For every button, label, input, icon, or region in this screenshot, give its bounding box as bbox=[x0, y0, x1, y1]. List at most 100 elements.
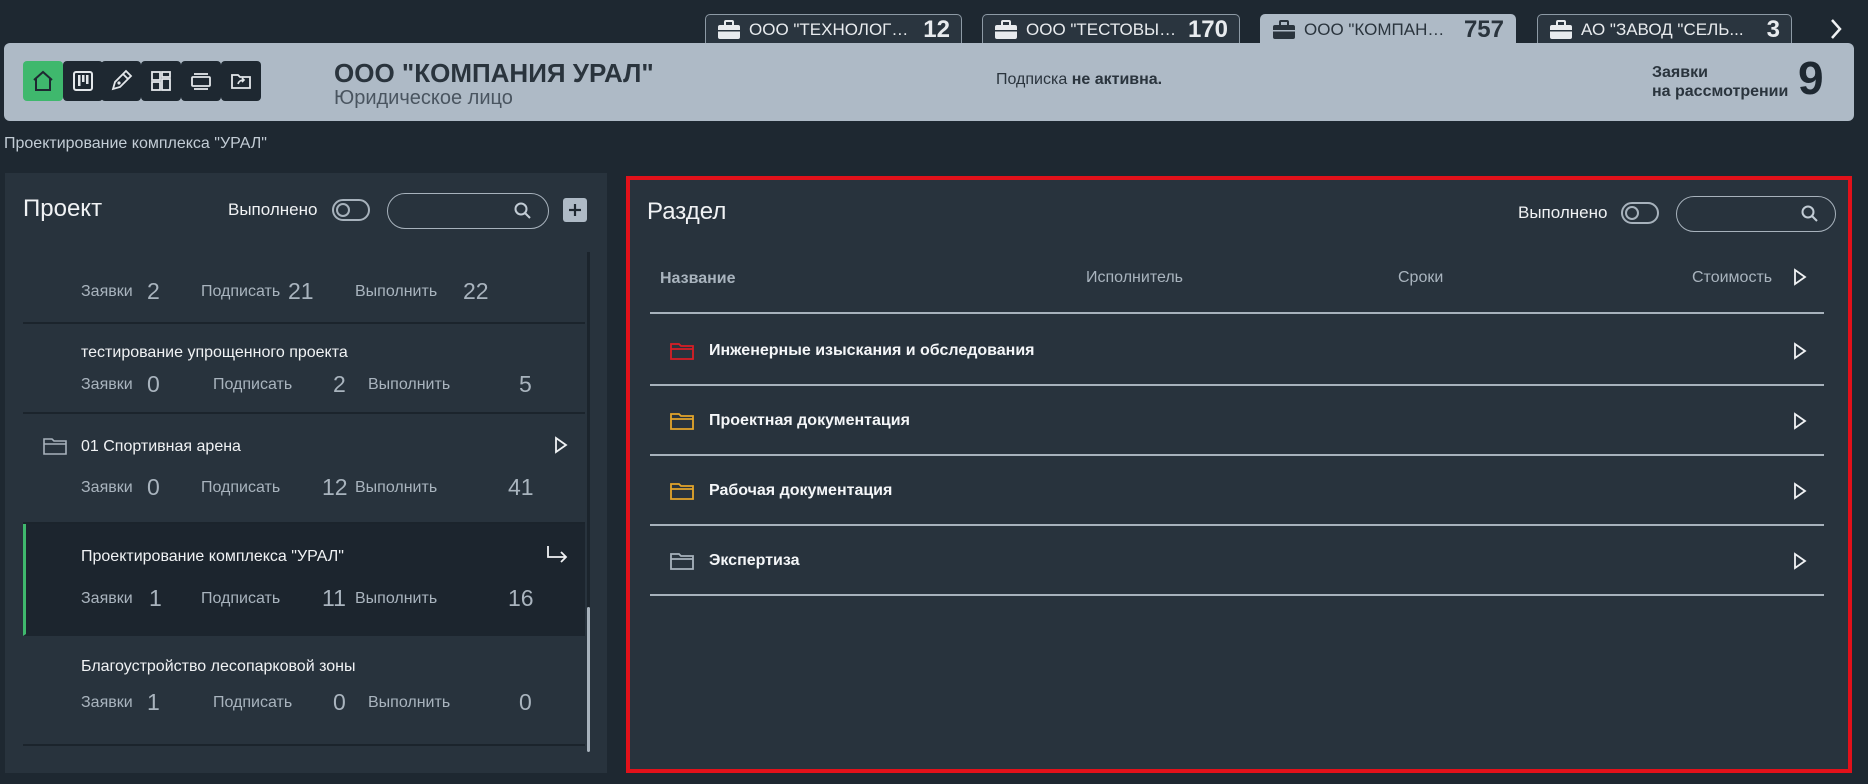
project-panel: Проект Выполнено Заявки 2 Подписать 21 В… bbox=[5, 173, 607, 773]
section-row[interactable]: Экспертиза bbox=[650, 526, 1824, 596]
folder-icon bbox=[670, 483, 694, 500]
tab-count: 757 bbox=[1463, 15, 1504, 43]
column-name[interactable]: Название bbox=[660, 270, 736, 288]
project-done-toggle[interactable] bbox=[332, 199, 370, 221]
toggle-knob bbox=[1625, 206, 1639, 220]
execute-value: 16 bbox=[508, 585, 534, 611]
pending-requests-count[interactable]: 9 bbox=[1798, 55, 1824, 101]
search-icon bbox=[1801, 205, 1818, 222]
sign-label: Подписать bbox=[213, 694, 293, 711]
breadcrumb[interactable]: Проектирование комплекса "УРАЛ" bbox=[4, 135, 267, 153]
project-item[interactable]: Благоустройство лесопарковой зоны Заявки… bbox=[23, 636, 585, 746]
play-arrow-icon[interactable] bbox=[553, 436, 569, 454]
execute-label: Выполнить bbox=[355, 479, 438, 496]
pen-icon bbox=[111, 69, 133, 91]
section-panel-title: Раздел bbox=[647, 198, 727, 225]
sign-value: 2 bbox=[333, 371, 346, 397]
requests-value: 1 bbox=[149, 585, 162, 611]
company-title: ООО "КОМПАНИЯ УРАЛ" bbox=[334, 58, 654, 88]
column-executor[interactable]: Исполнитель bbox=[1086, 269, 1183, 287]
sign-label: Подписать bbox=[201, 283, 281, 300]
requests-label: Заявки bbox=[81, 376, 133, 393]
pending-requests-label: Заявки на рассмотрении bbox=[1652, 63, 1788, 101]
execute-label: Выполнить bbox=[368, 694, 451, 711]
tab-count: 12 bbox=[923, 15, 950, 43]
section-search-input[interactable] bbox=[1691, 203, 1791, 225]
project-item-selected[interactable]: Проектирование комплекса "УРАЛ" Заявки 1… bbox=[23, 524, 585, 636]
play-arrow-icon[interactable] bbox=[1792, 482, 1808, 500]
requests-value: 0 bbox=[147, 474, 160, 500]
sign-button[interactable] bbox=[101, 61, 141, 101]
folder-icon bbox=[43, 438, 67, 455]
project-panel-title: Проект bbox=[23, 195, 103, 222]
play-arrow-icon[interactable] bbox=[1792, 268, 1808, 286]
add-project-button[interactable] bbox=[563, 198, 587, 222]
execute-value: 22 bbox=[463, 278, 489, 304]
briefcase-icon bbox=[1273, 19, 1295, 39]
kanban-button[interactable] bbox=[63, 61, 103, 101]
section-panel: Раздел Выполнено Название Исполнитель Ср… bbox=[626, 176, 1852, 773]
project-item[interactable]: Заявки 2 Подписать 21 Выполнить 22 bbox=[23, 252, 585, 324]
project-search[interactable] bbox=[387, 193, 549, 229]
play-arrow-icon[interactable] bbox=[1792, 552, 1808, 570]
section-row[interactable]: Проектная документация bbox=[650, 386, 1824, 456]
company-type: Юридическое лицо bbox=[334, 87, 513, 109]
plus-icon bbox=[569, 204, 581, 216]
subscription-value: не активна. bbox=[1071, 71, 1163, 88]
section-done-label: Выполнено bbox=[1518, 203, 1608, 222]
search-icon bbox=[514, 202, 531, 219]
section-name: Проектная документация bbox=[709, 412, 910, 429]
play-arrow-icon[interactable] bbox=[1792, 342, 1808, 360]
requests-value: 0 bbox=[147, 371, 160, 397]
column-deadline[interactable]: Сроки bbox=[1398, 269, 1443, 287]
kanban-icon bbox=[73, 71, 93, 91]
requests-label-line2: на рассмотрении bbox=[1652, 83, 1789, 100]
tab-name: АО "ЗАВОД "СЕЛЬ... bbox=[1581, 19, 1744, 39]
dashboard-icon bbox=[151, 71, 171, 91]
company-tab-tehnologiya[interactable]: ООО "ТЕХНОЛОГИЯ... 12 bbox=[705, 14, 962, 44]
project-list: Заявки 2 Подписать 21 Выполнить 22 тести… bbox=[23, 252, 589, 752]
project-name: Проектирование комплекса "УРАЛ" bbox=[81, 548, 344, 565]
layers-button[interactable] bbox=[181, 61, 221, 101]
tab-name: ООО "КОМПАНИЯ У... bbox=[1304, 19, 1454, 39]
requests-label: Заявки bbox=[81, 590, 133, 607]
company-tab-zavod[interactable]: АО "ЗАВОД "СЕЛЬ... 3 bbox=[1537, 14, 1792, 44]
execute-value: 5 bbox=[519, 371, 532, 397]
folder-share-button[interactable] bbox=[221, 61, 261, 101]
briefcase-icon bbox=[1550, 19, 1572, 39]
return-arrow-icon[interactable] bbox=[545, 544, 569, 564]
home-button[interactable] bbox=[23, 61, 63, 101]
requests-label: Заявки bbox=[81, 283, 133, 300]
project-name: тестирование упрощенного проекта bbox=[81, 344, 348, 361]
section-name: Инженерные изыскания и обследования bbox=[709, 342, 1035, 359]
project-item[interactable]: 01 Спортивная арена Заявки 0 Подписать 1… bbox=[23, 414, 585, 524]
section-done-toggle[interactable] bbox=[1621, 202, 1659, 224]
company-tab-testovye[interactable]: ООО "ТЕСТОВЫЕ Р... 170 bbox=[982, 14, 1240, 44]
sign-value: 0 bbox=[333, 689, 346, 715]
execute-value: 0 bbox=[519, 689, 532, 715]
section-row[interactable]: Рабочая документация bbox=[650, 456, 1824, 526]
section-search[interactable] bbox=[1676, 196, 1836, 232]
execute-label: Выполнить bbox=[368, 376, 451, 393]
play-arrow-icon[interactable] bbox=[1792, 412, 1808, 430]
subscription-prefix: Подписка bbox=[996, 71, 1068, 88]
sign-value: 12 bbox=[322, 474, 348, 500]
execute-label: Выполнить bbox=[355, 590, 438, 607]
company-tab-kompaniya-ural[interactable]: ООО "КОМПАНИЯ У... 757 bbox=[1260, 14, 1516, 44]
project-search-input[interactable] bbox=[402, 200, 502, 222]
section-row[interactable]: Инженерные изыскания и обследования bbox=[650, 316, 1824, 386]
tab-name: ООО "ТЕХНОЛОГИЯ... bbox=[749, 19, 914, 39]
folder-icon bbox=[670, 553, 694, 570]
folder-share-icon bbox=[231, 74, 251, 89]
column-cost[interactable]: Стоимость bbox=[1692, 269, 1772, 287]
section-table-header: Название Исполнитель Сроки Стоимость bbox=[650, 268, 1824, 314]
home-icon bbox=[33, 70, 53, 91]
project-scrollbar-thumb[interactable] bbox=[587, 607, 590, 752]
requests-label-line1: Заявки bbox=[1652, 64, 1708, 81]
dashboard-button[interactable] bbox=[141, 61, 181, 101]
tabs-next-button[interactable] bbox=[1824, 14, 1848, 44]
briefcase-icon bbox=[995, 19, 1017, 39]
project-item[interactable]: тестирование упрощенного проекта Заявки … bbox=[23, 324, 585, 414]
requests-label: Заявки bbox=[81, 694, 133, 711]
tab-count: 170 bbox=[1187, 15, 1228, 43]
